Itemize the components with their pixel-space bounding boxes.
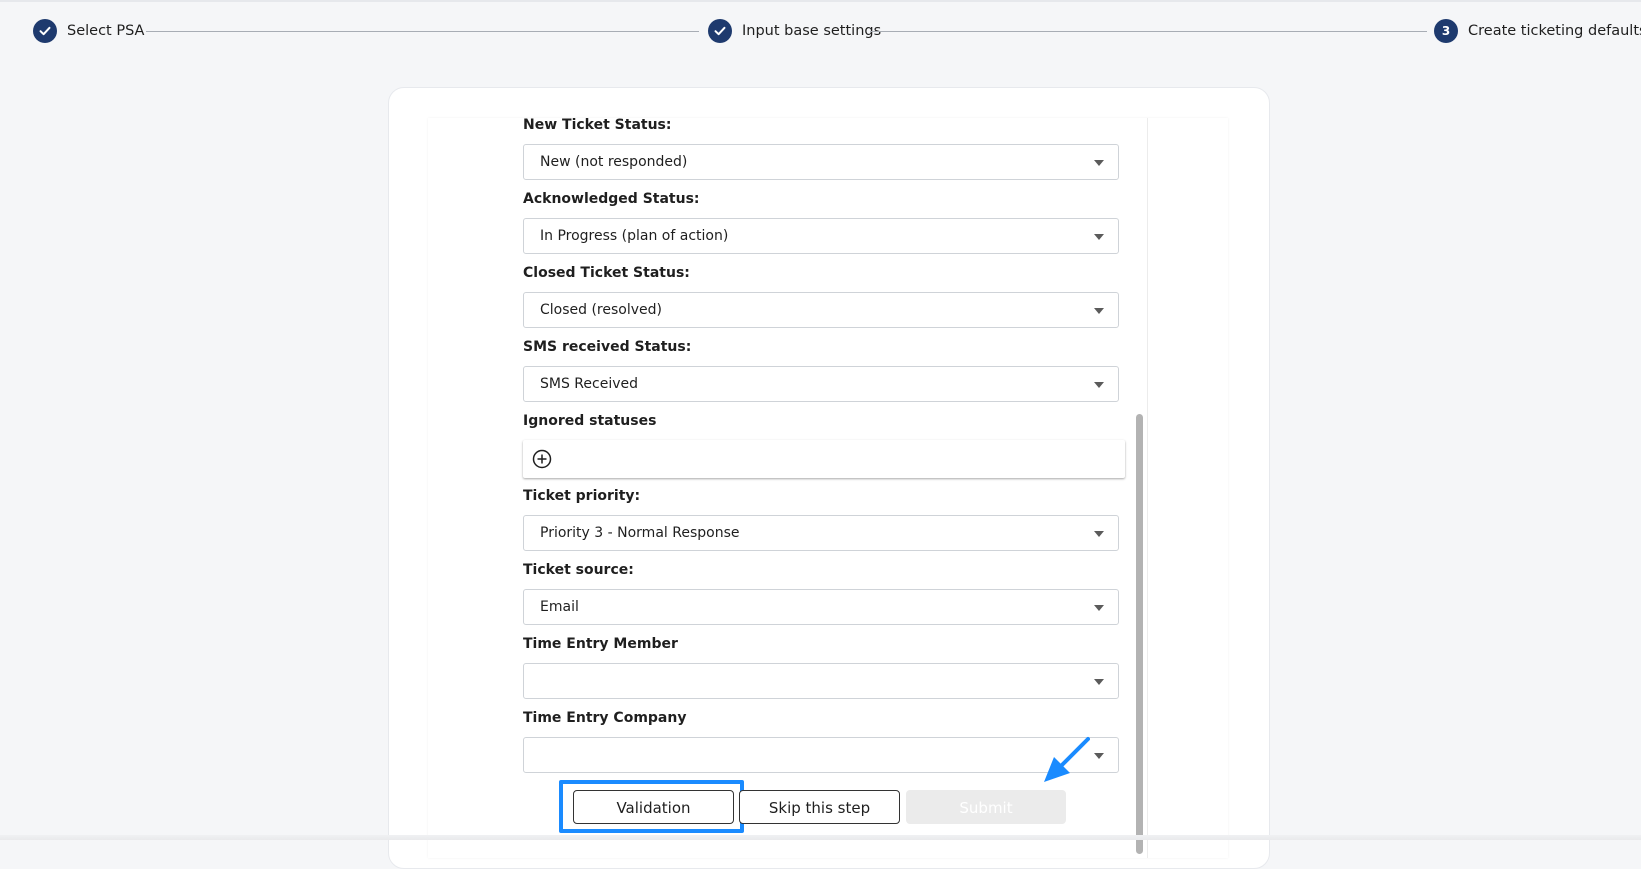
step-select-psa[interactable]: Select PSA [33, 19, 144, 43]
chevron-down-icon [1094, 753, 1104, 759]
closed-ticket-status-label: Closed Ticket Status: [523, 265, 690, 281]
chevron-down-icon [1094, 308, 1104, 314]
select-value: New (not responded) [540, 154, 688, 170]
ticket-source-label: Ticket source: [523, 562, 634, 578]
select-value: SMS Received [540, 376, 638, 392]
time-entry-member-label: Time Entry Member [523, 636, 678, 652]
skip-step-button[interactable]: Skip this step [739, 790, 900, 824]
validation-button[interactable]: Validation [573, 790, 734, 824]
sms-received-status-label: SMS received Status: [523, 339, 692, 355]
step-number: 3 [1434, 19, 1458, 43]
select-value: In Progress (plan of action) [540, 228, 729, 244]
acknowledged-status-label: Acknowledged Status: [523, 191, 700, 207]
select-value: Closed (resolved) [540, 302, 662, 318]
select-value: Email [540, 599, 579, 615]
time-entry-company-select[interactable] [523, 737, 1119, 773]
step-label: Input base settings [742, 23, 882, 39]
step-create-ticketing-defaults[interactable]: 3 Create ticketing defaults [1434, 19, 1641, 43]
chevron-down-icon [1094, 605, 1104, 611]
step-label: Select PSA [67, 23, 145, 39]
time-entry-member-select[interactable] [523, 663, 1119, 699]
step-input-base-settings[interactable]: Input base settings [708, 19, 881, 43]
ticket-priority-select[interactable]: Priority 3 - Normal Response [523, 515, 1119, 551]
step-connector [146, 31, 699, 32]
chevron-down-icon [1094, 382, 1104, 388]
acknowledged-status-select[interactable]: In Progress (plan of action) [523, 218, 1119, 254]
chevron-down-icon [1094, 531, 1104, 537]
step-label: Create ticketing defaults [1468, 23, 1641, 39]
ignored-statuses-input[interactable] [523, 440, 1125, 478]
chevron-down-icon [1094, 679, 1104, 685]
select-value: Priority 3 - Normal Response [540, 525, 740, 541]
new-ticket-status-label: New Ticket Status: [523, 117, 672, 133]
progress-stepper: Select PSA Input base settings 3 Create … [0, 0, 1641, 62]
sms-received-status-select[interactable]: SMS Received [523, 366, 1119, 402]
step-connector [870, 31, 1427, 32]
chevron-down-icon [1094, 234, 1104, 240]
chevron-down-icon [1094, 160, 1104, 166]
check-icon [33, 19, 57, 43]
scrollbar-thumb[interactable] [1136, 414, 1143, 854]
time-entry-company-label: Time Entry Company [523, 710, 687, 726]
ticket-priority-label: Ticket priority: [523, 488, 641, 504]
pointer-arrow-icon [1044, 737, 1090, 782]
ignored-statuses-label: Ignored statuses [523, 413, 657, 429]
bottom-edge [0, 835, 1641, 840]
ticket-source-select[interactable]: Email [523, 589, 1119, 625]
add-circle-icon[interactable] [532, 449, 552, 469]
new-ticket-status-select[interactable]: New (not responded) [523, 144, 1119, 180]
closed-ticket-status-select[interactable]: Closed (resolved) [523, 292, 1119, 328]
check-icon [708, 19, 732, 43]
scroll-divider [1147, 118, 1148, 858]
submit-button[interactable]: Submit [906, 790, 1066, 824]
